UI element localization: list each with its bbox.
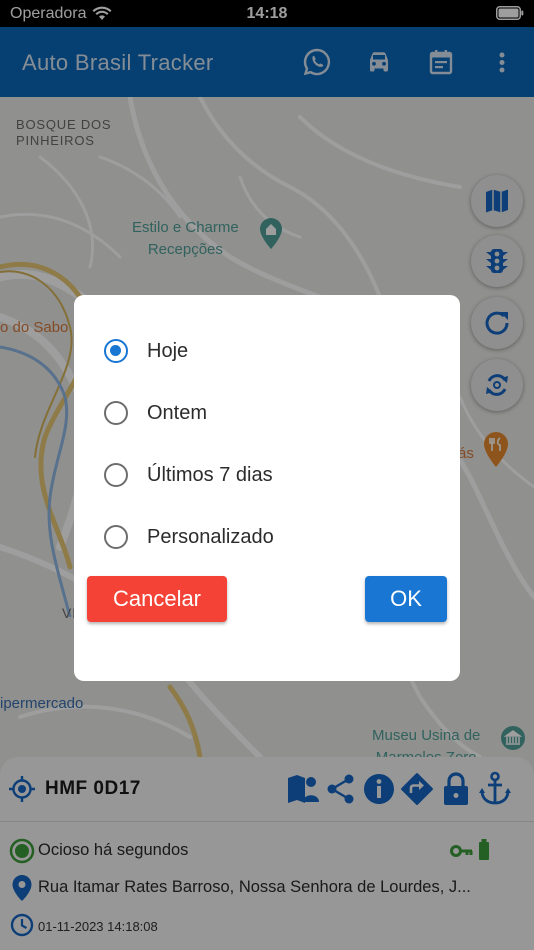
option-hoje[interactable]: Hoje <box>104 331 188 371</box>
ok-button[interactable]: OK <box>365 576 447 622</box>
option-ultimos-7-dias[interactable]: Últimos 7 dias <box>104 455 273 495</box>
option-label: Hoje <box>147 339 189 362</box>
option-label: Ontem <box>147 401 208 424</box>
radio-unselected[interactable] <box>104 401 128 425</box>
radio-unselected[interactable] <box>104 525 128 549</box>
option-label: Personalizado <box>147 525 274 548</box>
radio-unselected[interactable] <box>104 463 128 487</box>
option-label: Últimos 7 dias <box>147 463 273 486</box>
option-ontem[interactable]: Ontem <box>104 393 207 433</box>
cancel-button[interactable]: Cancelar <box>87 576 227 622</box>
radio-selected[interactable] <box>104 339 128 363</box>
option-personalizado[interactable]: Personalizado <box>104 517 274 557</box>
period-dialog: Hoje Ontem Últimos 7 dias Personalizado … <box>74 295 460 681</box>
